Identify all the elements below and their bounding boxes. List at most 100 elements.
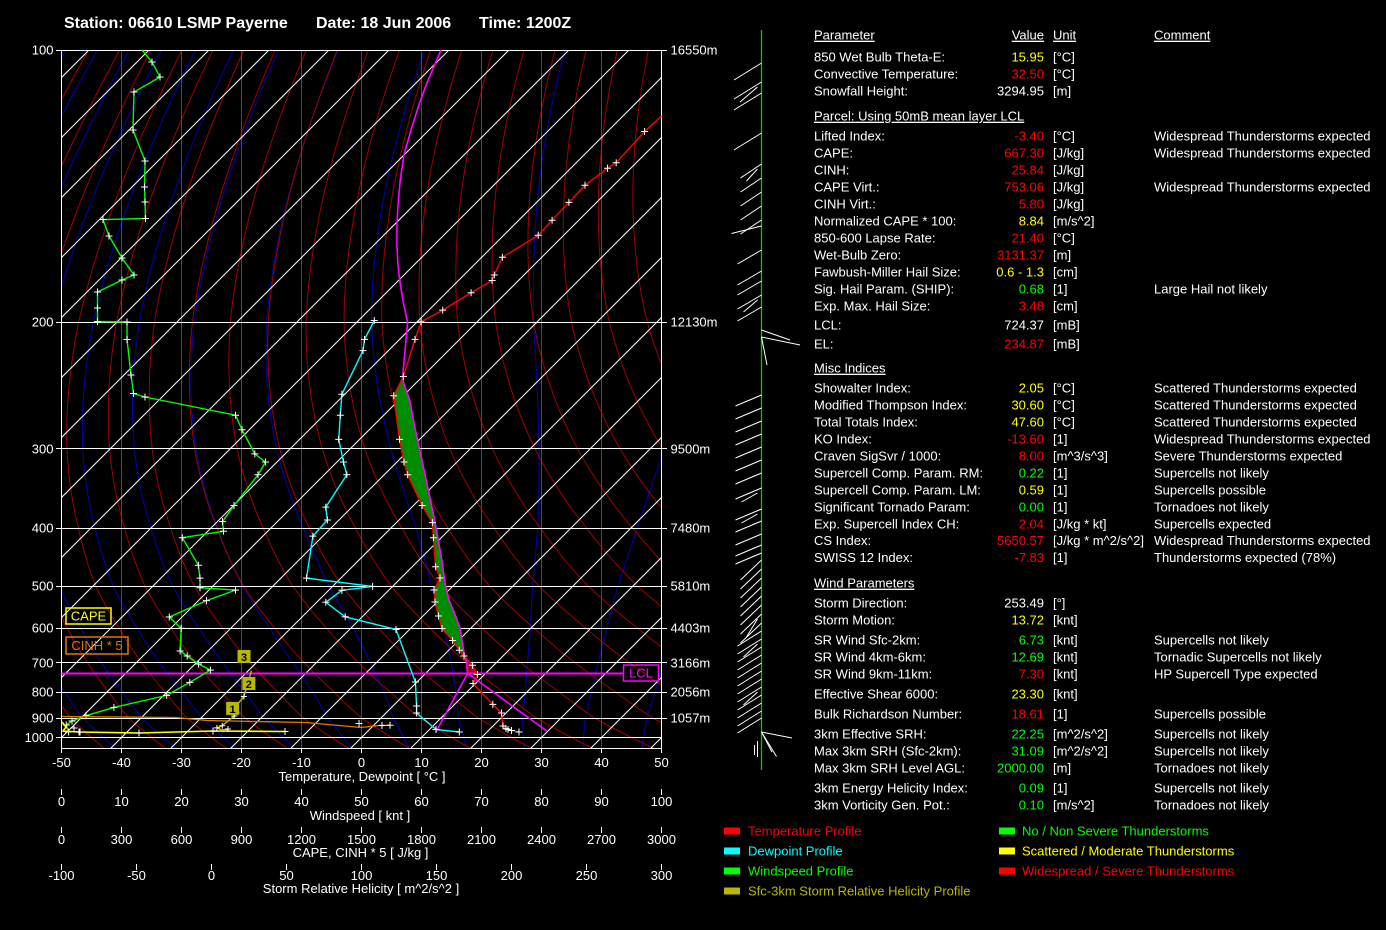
svg-text:SR Wind Sfc-2km:: SR Wind Sfc-2km: [814, 633, 920, 648]
svg-text:2.05: 2.05 [1019, 381, 1044, 396]
svg-text:4403m: 4403m [671, 621, 711, 636]
svg-text:Supercells not likely: Supercells not likely [1154, 466, 1269, 481]
svg-text:Supercells possible: Supercells possible [1154, 483, 1266, 498]
svg-text:2000.00: 2000.00 [997, 761, 1044, 776]
svg-text:[1]: [1] [1053, 707, 1067, 722]
svg-text:Unit: Unit [1053, 28, 1077, 43]
svg-text:253.49: 253.49 [1004, 596, 1044, 611]
svg-text:Temperature Profile: Temperature Profile [748, 824, 861, 839]
svg-text:Misc Indices: Misc Indices [814, 361, 886, 376]
svg-text:EL:: EL: [814, 337, 834, 352]
svg-text:724.37: 724.37 [1004, 318, 1044, 333]
svg-text:[1]: [1] [1053, 483, 1067, 498]
svg-text:Widespread Thunderstorms expec: Widespread Thunderstorms expected [1154, 129, 1371, 144]
svg-text:0: 0 [58, 794, 65, 809]
svg-text:600: 600 [32, 621, 54, 636]
svg-text:[m^2/s^2]: [m^2/s^2] [1053, 727, 1108, 742]
svg-text:100: 100 [32, 43, 54, 58]
svg-text:Supercells expected: Supercells expected [1154, 517, 1271, 532]
svg-text:50: 50 [354, 794, 368, 809]
svg-text:Storm Direction:: Storm Direction: [814, 596, 907, 611]
svg-text:Date: 18 Jun 2006: Date: 18 Jun 2006 [316, 15, 451, 32]
svg-text:Widespread Thunderstorms expec: Widespread Thunderstorms expected [1154, 146, 1371, 161]
svg-text:667.30: 667.30 [1004, 146, 1044, 161]
svg-text:[J/kg]: [J/kg] [1053, 163, 1084, 178]
svg-text:CS Index:: CS Index: [814, 533, 871, 548]
svg-text:753.06: 753.06 [1004, 180, 1044, 195]
svg-text:Comment: Comment [1154, 28, 1211, 43]
svg-text:Widespread Thunderstorms expec: Widespread Thunderstorms expected [1154, 180, 1371, 195]
svg-text:Scattered Thunderstorms expect: Scattered Thunderstorms expected [1154, 415, 1357, 430]
svg-text:0.10: 0.10 [1019, 798, 1044, 813]
svg-text:-40: -40 [112, 755, 131, 770]
svg-text:[m]: [m] [1053, 84, 1071, 99]
svg-text:Fawbush-Miller Hail Size:: Fawbush-Miller Hail Size: [814, 265, 961, 280]
svg-text:Tornadoes not likely: Tornadoes not likely [1154, 798, 1269, 813]
svg-text:[m^3/s^3]: [m^3/s^3] [1053, 449, 1108, 464]
svg-text:0.68: 0.68 [1019, 282, 1044, 297]
svg-text:Storm Motion:: Storm Motion: [814, 613, 895, 628]
svg-text:[J/kg]: [J/kg] [1053, 146, 1084, 161]
svg-text:Severe Thunderstorms expected: Severe Thunderstorms expected [1154, 449, 1342, 464]
svg-text:Dewpoint Profile: Dewpoint Profile [748, 844, 843, 859]
svg-text:3294.95: 3294.95 [997, 84, 1044, 99]
svg-text:Storm Relative Helicity [ m^2/: Storm Relative Helicity [ m^2/s^2 ] [263, 881, 459, 896]
svg-text:300: 300 [32, 442, 54, 457]
svg-text:3: 3 [241, 652, 247, 664]
svg-text:-50: -50 [52, 755, 71, 770]
svg-text:2400: 2400 [527, 832, 556, 847]
svg-text:13.72: 13.72 [1011, 613, 1044, 628]
svg-text:LCL: LCL [629, 666, 653, 681]
svg-text:HP Supercell Type expected: HP Supercell Type expected [1154, 667, 1318, 682]
svg-text:3166m: 3166m [671, 656, 711, 671]
svg-text:[cm]: [cm] [1053, 265, 1078, 280]
svg-text:[J/kg]: [J/kg] [1053, 180, 1084, 195]
svg-text:[mB]: [mB] [1053, 318, 1080, 333]
svg-text:[1]: [1] [1053, 781, 1067, 796]
svg-text:KO Index:: KO Index: [814, 432, 872, 447]
svg-text:LCL:: LCL: [814, 318, 841, 333]
svg-text:-100: -100 [48, 868, 74, 883]
svg-text:Total Totals Index:: Total Totals Index: [814, 415, 918, 430]
svg-text:5650.57: 5650.57 [997, 533, 1044, 548]
svg-text:Time: 1200Z: Time: 1200Z [479, 15, 571, 32]
svg-text:[J/kg * kt]: [J/kg * kt] [1053, 517, 1106, 532]
svg-text:Windspeed [ knt ]: Windspeed [ knt ] [310, 808, 410, 823]
svg-text:300: 300 [111, 832, 133, 847]
svg-text:2700: 2700 [587, 832, 616, 847]
svg-text:900: 900 [32, 711, 54, 726]
svg-text:70: 70 [474, 794, 488, 809]
svg-text:30: 30 [234, 794, 248, 809]
svg-text:22.25: 22.25 [1011, 727, 1044, 742]
svg-text:100: 100 [651, 794, 673, 809]
svg-text:Exp. Supercell Index CH:: Exp. Supercell Index CH: [814, 517, 959, 532]
svg-text:1057m: 1057m [671, 711, 711, 726]
svg-text:2.04: 2.04 [1019, 517, 1044, 532]
svg-text:CINH * 5: CINH * 5 [71, 638, 122, 653]
svg-text:Max 3km SRH Level AGL:: Max 3km SRH Level AGL: [814, 761, 965, 776]
svg-text:18.61: 18.61 [1011, 707, 1044, 722]
svg-text:50: 50 [654, 755, 668, 770]
svg-text:Supercells possible: Supercells possible [1154, 707, 1266, 722]
svg-text:12.69: 12.69 [1011, 650, 1044, 665]
svg-text:20: 20 [174, 794, 188, 809]
svg-text:Craven SigSvr / 1000:: Craven SigSvr / 1000: [814, 449, 941, 464]
svg-text:[°C]: [°C] [1053, 415, 1075, 430]
svg-text:-3.40: -3.40 [1014, 129, 1044, 144]
svg-text:Lifted Index:: Lifted Index: [814, 129, 885, 144]
svg-text:Supercells not likely: Supercells not likely [1154, 744, 1269, 759]
svg-text:3km Vorticity Gen. Pot.:: 3km Vorticity Gen. Pot.: [814, 798, 950, 813]
svg-text:Parameter: Parameter [814, 28, 875, 43]
svg-text:[1]: [1] [1053, 550, 1067, 565]
svg-text:3km Effective SRH:: 3km Effective SRH: [814, 727, 926, 742]
svg-text:[m^2/s^2]: [m^2/s^2] [1053, 744, 1108, 759]
svg-text:[°]: [°] [1053, 596, 1065, 611]
svg-text:CINH:: CINH: [814, 163, 849, 178]
svg-text:[1]: [1] [1053, 466, 1067, 481]
svg-text:90: 90 [594, 794, 608, 809]
svg-text:2100: 2100 [467, 832, 496, 847]
svg-text:Modified Thompson Index:: Modified Thompson Index: [814, 398, 967, 413]
svg-text:[°C]: [°C] [1053, 50, 1075, 65]
svg-text:-30: -30 [172, 755, 191, 770]
svg-text:Tornadoes not likely: Tornadoes not likely [1154, 761, 1269, 776]
